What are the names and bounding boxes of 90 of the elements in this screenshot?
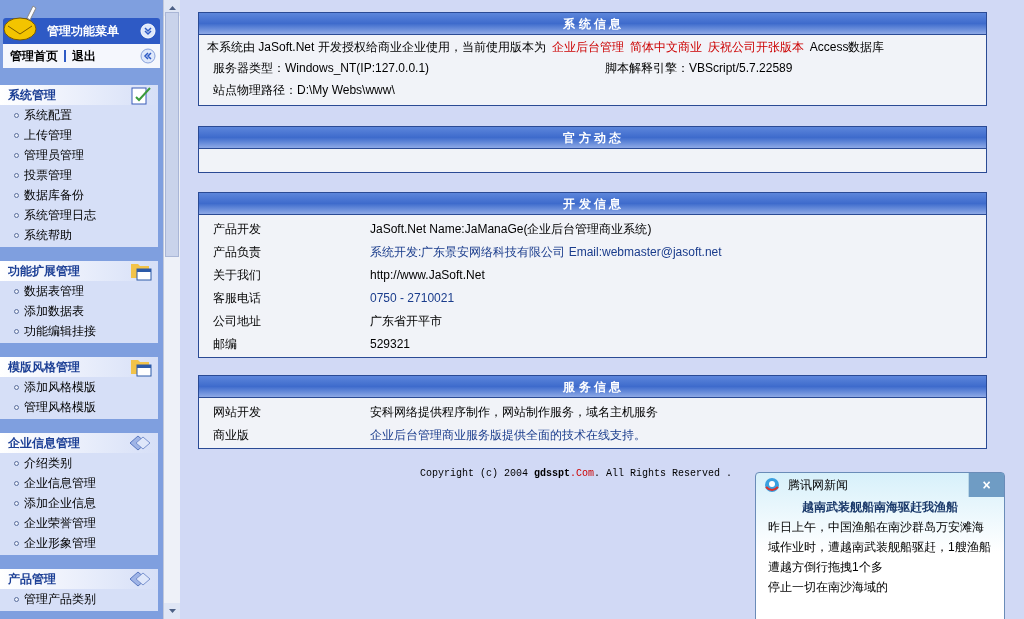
news-text-line: 昨日上午，中国渔船在南沙群岛万安滩海 (768, 519, 984, 536)
copyright-text: Copyright (c) 2004 gdsspt.Com. All Rights Reserved . (419, 467, 734, 481)
nav-link[interactable]: 退出 (72, 47, 96, 65)
edit-note-icon (130, 85, 152, 105)
menu-item[interactable]: 企业信息管理 (24, 474, 96, 492)
row-value: http://www.JaSoft.Net (370, 266, 485, 284)
info-text: 脚本解释引擎：VBScript/5.7.22589 (605, 60, 793, 77)
info-text: 服务器类型：Windows_NT(IP:127.0.0.1) (213, 60, 431, 77)
menu-item[interactable]: 系统配置 (24, 106, 72, 124)
collapse-left-icon[interactable] (140, 48, 156, 64)
panel-header: 官 方 动 态 (199, 127, 986, 149)
collapse-down-icon[interactable] (140, 23, 156, 39)
menu-title: 管理功能菜单 (47, 23, 120, 40)
news-headline: 越南武装舰船南海驱赶我渔船 (801, 499, 959, 516)
bullet-icon (14, 192, 19, 198)
info-text: Access数据库 (809, 38, 885, 56)
bullet-icon (14, 212, 19, 218)
menu-item[interactable]: 企业形象管理 (24, 534, 96, 552)
section-title: 产品管理 (8, 571, 56, 588)
down-arrow-icon (168, 609, 176, 613)
menu-item[interactable]: 添加企业信息 (24, 494, 96, 512)
bullet-icon (14, 152, 19, 158)
bullet-icon (14, 232, 19, 238)
menu-item[interactable]: 管理产品类别 (24, 590, 96, 608)
info-text: 本系统由 JaSoft.Net 开发授权给商业企业使用，当前使用版本为 (207, 38, 546, 56)
news-text-line: 遭越方倒行拖拽1个多 (768, 559, 883, 576)
row-label: 产品负责 (213, 243, 262, 261)
bullet-icon (14, 520, 19, 526)
menu-item[interactable]: 系统帮助 (24, 226, 72, 244)
scroll-down-button[interactable] (164, 603, 180, 619)
row-value: 系统开发:广东景安网络科技有限公司 Email:webmaster@jasoft.net (370, 243, 722, 261)
panel-header: 开 发 信 息 (199, 193, 986, 215)
bullet-icon (14, 384, 19, 390)
panel-header: 服 务 信 息 (199, 376, 986, 398)
row-label: 客服电话 (213, 289, 262, 307)
globe-logo-icon (764, 477, 780, 493)
section-title: 模版风格管理 (8, 359, 80, 376)
bullet-icon (14, 404, 19, 410)
section-title: 系统管理 (8, 87, 56, 104)
news-text-line: 域作业时，遭越南武装舰船驱赶，1艘渔船 (768, 539, 991, 556)
menu-item[interactable]: 介绍类别 (24, 454, 72, 472)
row-value: 广东省开平市 (370, 312, 442, 330)
diamond-cards-icon (128, 434, 152, 452)
bullet-icon (14, 132, 19, 138)
row-value: 安科网络提供程序制作，网站制作服务，域名主机服务 (370, 403, 658, 421)
folder-calendar-icon (130, 261, 152, 281)
news-text-line: 停止一切在南沙海域的 (768, 579, 888, 596)
row-label: 公司地址 (213, 312, 262, 330)
info-text: 企业后台管理 (551, 38, 624, 56)
section-title: 功能扩展管理 (8, 263, 80, 280)
row-label: 网站开发 (213, 403, 262, 421)
bullet-icon (14, 288, 19, 294)
row-label: 关于我们 (213, 266, 262, 284)
info-text: 简体中文商业 (629, 38, 702, 56)
bullet-icon (14, 172, 19, 178)
section-title: 企业信息管理 (8, 435, 80, 452)
menu-item[interactable]: 添加风格模版 (24, 378, 96, 396)
bullet-icon (14, 112, 19, 118)
nav-link[interactable]: 管理首页 (10, 47, 58, 65)
row-value: 0750 - 2710021 (370, 289, 455, 307)
menu-item[interactable]: 功能编辑挂接 (24, 322, 96, 340)
menu-item[interactable]: 企业荣誉管理 (24, 514, 96, 532)
bullet-icon (14, 480, 19, 486)
row-value: 529321 (370, 335, 411, 353)
menu-item[interactable]: 上传管理 (24, 126, 72, 144)
info-text: 庆祝公司开张版本 (707, 38, 804, 56)
bullet-icon (14, 460, 19, 466)
bullet-icon (14, 308, 19, 314)
panel-header: 系 统 信 息 (199, 13, 986, 35)
info-text: 站点物理路径：D:\My Webs\www\ (213, 82, 395, 99)
menu-item[interactable]: 系统管理日志 (24, 206, 96, 224)
bullet-icon (14, 540, 19, 546)
row-label: 商业版 (213, 426, 250, 444)
bullet-icon (14, 596, 19, 602)
row-value: JaSoft.Net Name:JaManaGe(企业后台管理商业系统) (370, 220, 652, 238)
menu-item[interactable]: 管理员管理 (24, 146, 84, 164)
bullet-icon (14, 328, 19, 334)
menu-item[interactable]: 数据表管理 (24, 282, 84, 300)
menu-item[interactable]: 管理风格模版 (24, 398, 96, 416)
menu-item[interactable]: 投票管理 (24, 166, 72, 184)
menu-item[interactable]: 数据库备份 (24, 186, 84, 204)
row-label: 产品开发 (213, 220, 262, 238)
menu-item[interactable]: 添加数据表 (24, 302, 84, 320)
folder-calendar-icon (130, 357, 152, 377)
up-arrow-icon (168, 6, 176, 10)
bullet-icon (14, 500, 19, 506)
diamond-cards-icon (128, 570, 152, 588)
row-value: 企业后台管理商业服务版提供全面的技术在线支持。 (370, 426, 646, 444)
row-label: 邮编 (213, 335, 238, 353)
news-source: 腾讯网新闻 (788, 477, 849, 494)
